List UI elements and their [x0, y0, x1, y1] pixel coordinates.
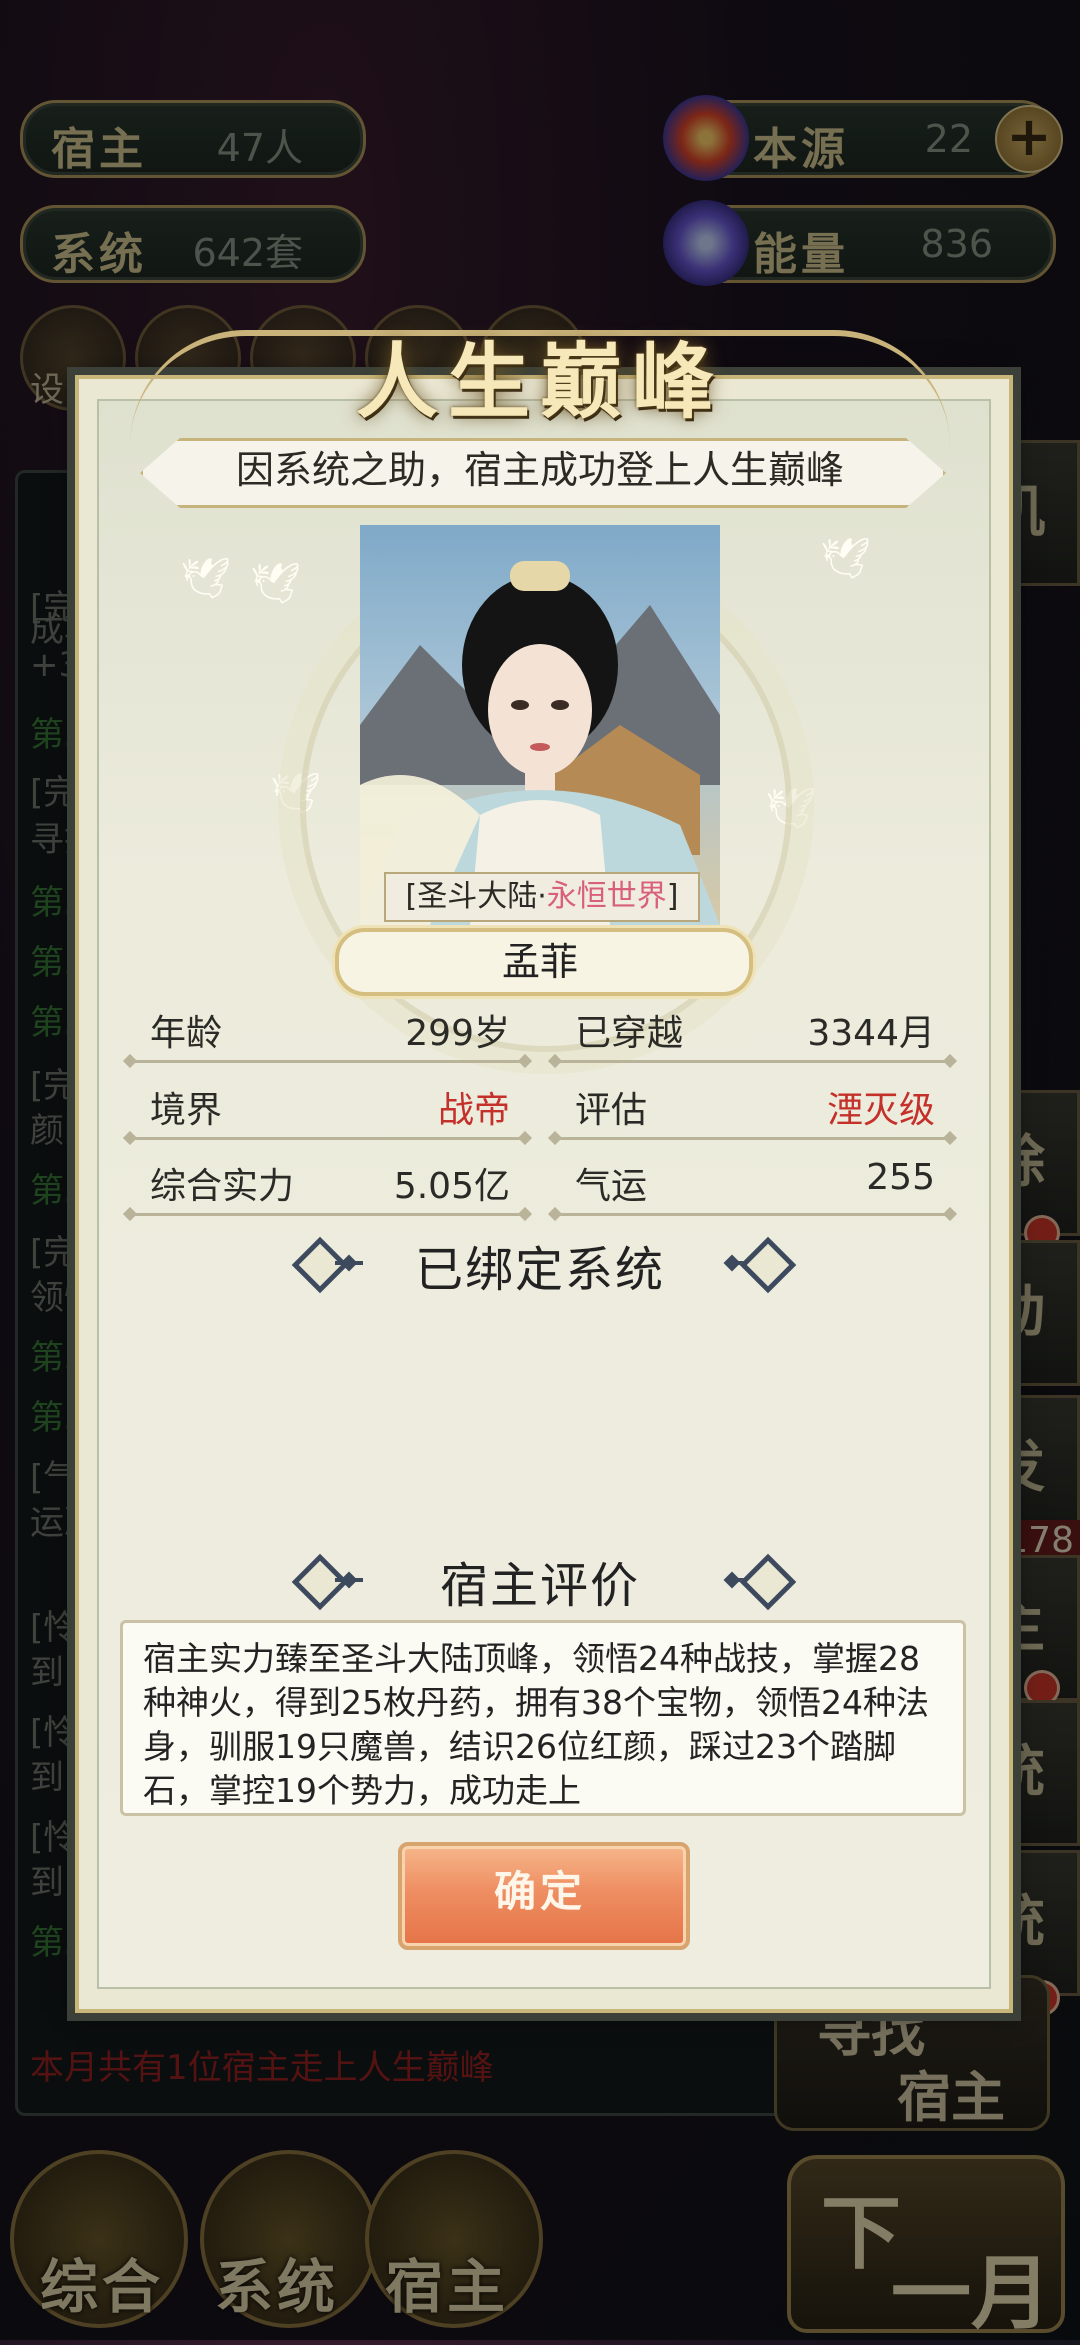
stat-key: 气运 [575, 1166, 648, 1207]
swallow-icon: 🕊 [180, 556, 231, 602]
host-name: 孟菲 [501, 940, 578, 984]
world-tag: [圣斗大陆·永恒世界] [384, 872, 700, 922]
stat-overall-power: 综合实力 5.05亿 [130, 1153, 530, 1209]
stat-value: 299岁 [405, 1013, 510, 1054]
stat-value: 3344月 [807, 1013, 935, 1054]
stat-traveled: 已穿越 3344月 [555, 1000, 955, 1056]
stat-value: 战帝 [437, 1090, 510, 1131]
confirm-button-label[interactable]: 确定 [398, 1842, 682, 1942]
bound-systems-list [120, 1310, 960, 1530]
stat-key: 评估 [575, 1090, 648, 1131]
stat-divider [555, 1060, 950, 1063]
host-review-title: 宿主评价 [439, 1558, 640, 1614]
world-tag-suffix: ] [666, 879, 679, 914]
stat-divider [555, 1213, 950, 1216]
world-tag-highlight: 永恒世界 [546, 879, 667, 914]
world-tag-prefix: [圣斗大陆· [405, 879, 547, 914]
stat-divider [130, 1137, 525, 1140]
stat-divider [555, 1137, 950, 1140]
stat-luck: 气运 255 [555, 1153, 955, 1209]
stat-key: 境界 [150, 1090, 223, 1131]
dialog-title: 人生巅峰 [355, 334, 724, 430]
stat-key: 已穿越 [575, 1013, 684, 1054]
swallow-icon: 🕊 [250, 561, 301, 607]
host-portrait-art [360, 561, 720, 925]
bound-systems-title: 已绑定系统 [414, 1242, 665, 1298]
dialog-subtitle: 因系统之助，宿主成功登上人生巅峰 [235, 448, 844, 492]
host-portrait [360, 525, 720, 925]
host-review-text: 宿主实力臻至圣斗大陆顶峰，领悟24种战技，掌握28种神火，得到25枚丹药，拥有3… [143, 1639, 929, 1810]
stat-value: 湮灭级 [826, 1090, 935, 1131]
stat-divider [130, 1060, 525, 1063]
swallow-icon: 🕊 [820, 536, 871, 582]
stat-rating: 评估 湮灭级 [555, 1077, 955, 1133]
stat-value: 255 [866, 1157, 935, 1198]
stat-key: 综合实力 [150, 1166, 295, 1207]
stat-realm: 境界 战帝 [130, 1077, 530, 1133]
stat-divider [130, 1213, 525, 1216]
stat-value: 5.05亿 [393, 1166, 510, 1207]
stat-key: 年龄 [150, 1013, 223, 1054]
stat-age: 年龄 299岁 [130, 1000, 530, 1056]
host-review-box[interactable]: 宿主实力臻至圣斗大陆顶峰，领悟24种战技，掌握28种神火，得到25枚丹药，拥有3… [120, 1620, 966, 1816]
